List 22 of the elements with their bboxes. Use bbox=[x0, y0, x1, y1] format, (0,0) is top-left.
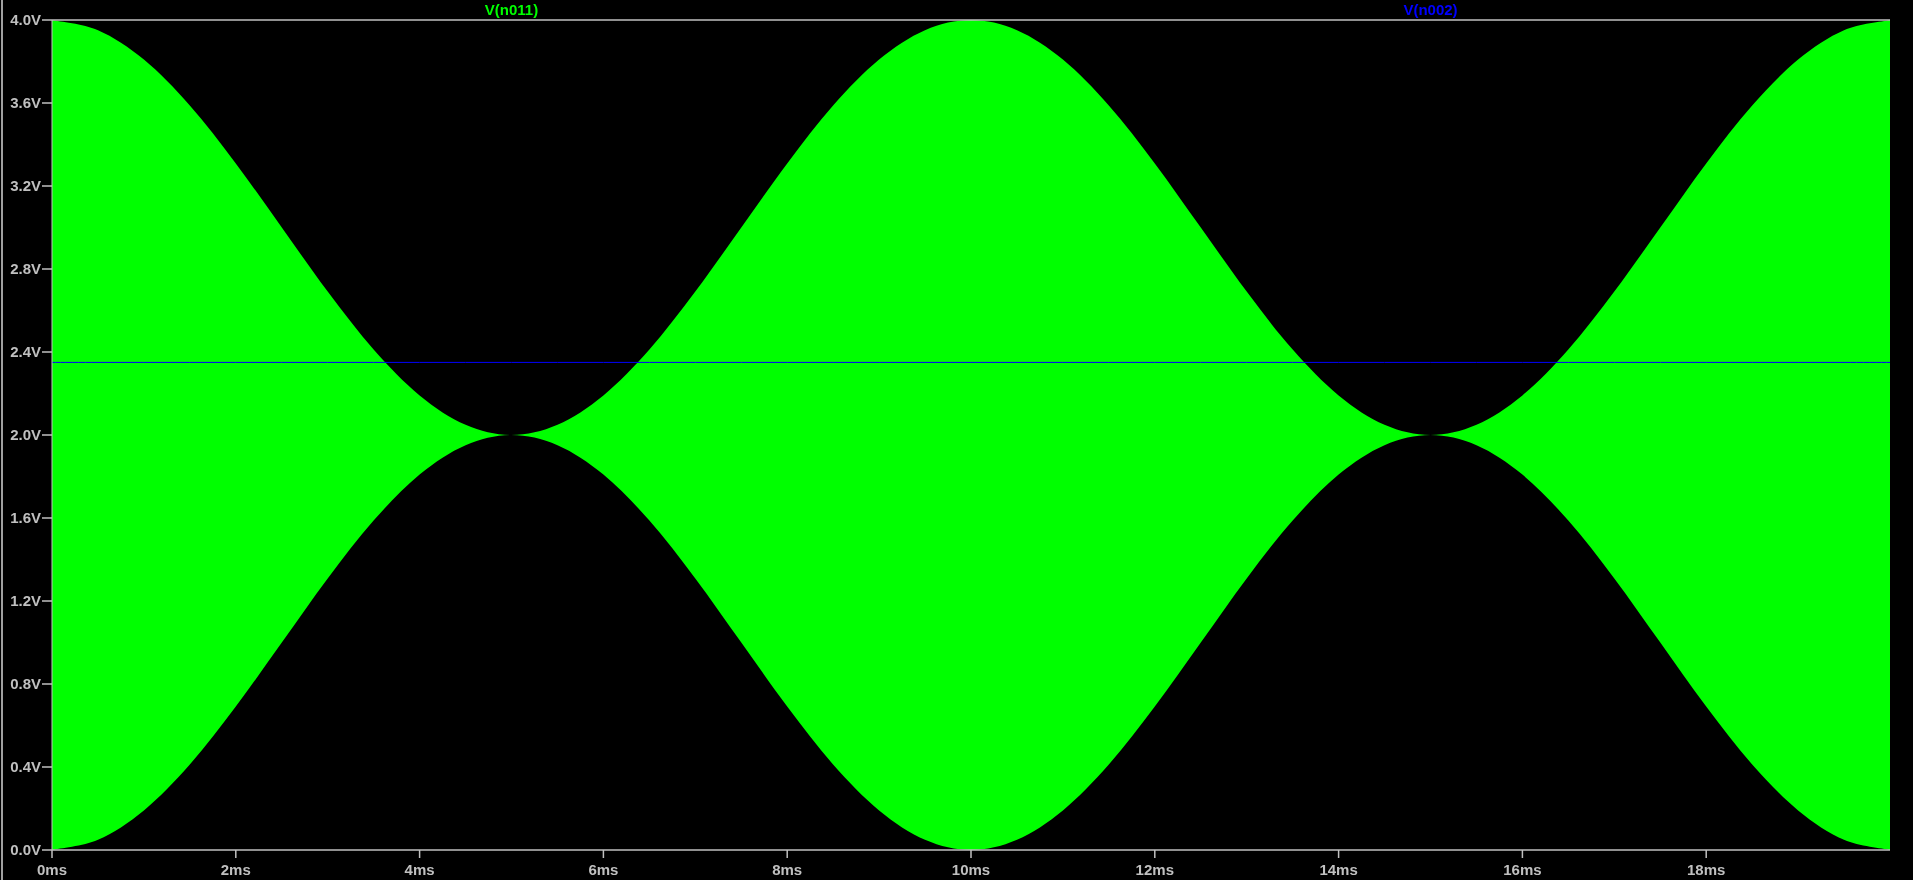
x-tick-label: 6ms bbox=[588, 861, 619, 878]
y-tick-label: 3.6V bbox=[10, 94, 41, 111]
y-tick-label: 2.8V bbox=[10, 260, 41, 277]
x-tick-label: 10ms bbox=[951, 861, 991, 878]
y-tick-label: 0.8V bbox=[10, 675, 41, 692]
x-tick-label: 12ms bbox=[1135, 861, 1174, 878]
x-tick-label: 0ms bbox=[37, 861, 67, 878]
y-tick-label: 2.4V bbox=[10, 343, 41, 360]
x-tick-label: 16ms bbox=[1503, 861, 1542, 878]
trace-label[interactable]: V(n011) bbox=[484, 1, 539, 18]
y-tick-label: 1.6V bbox=[10, 509, 41, 526]
y-tick-label: 4.0V bbox=[10, 11, 41, 28]
x-tick-label: 8ms bbox=[772, 861, 803, 878]
x-tick-label: 2ms bbox=[220, 861, 251, 878]
y-tick-label: 3.2V bbox=[10, 177, 41, 194]
y-tick-label: 0.0V bbox=[10, 841, 41, 858]
x-tick-label: 14ms bbox=[1319, 861, 1358, 878]
y-tick-label: 1.2V bbox=[10, 592, 41, 609]
y-tick-label: 2.0V bbox=[10, 426, 41, 443]
y-tick-label: 0.4V bbox=[10, 758, 41, 775]
x-tick-label: 18ms bbox=[1687, 861, 1726, 878]
x-tick-label: 4ms bbox=[404, 861, 435, 878]
